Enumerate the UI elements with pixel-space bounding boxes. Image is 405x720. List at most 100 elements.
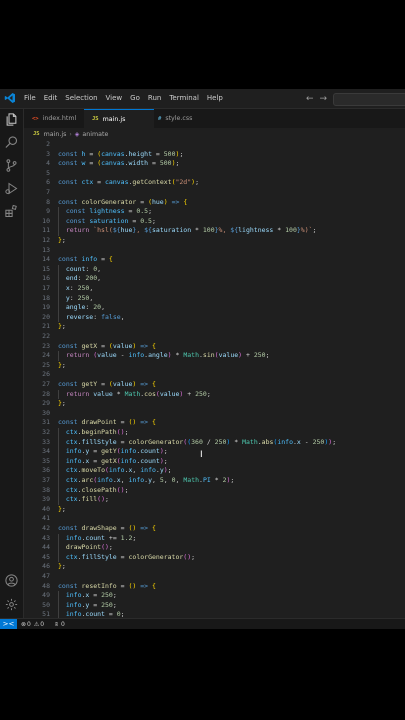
run-debug-icon[interactable] xyxy=(4,181,19,196)
line-number: 40 xyxy=(42,504,50,513)
text-cursor-icon: I xyxy=(200,450,203,460)
problems-indicator[interactable]: ⊗ 0 ⚠ 0 xyxy=(21,619,44,629)
line-number: 17 xyxy=(42,284,50,292)
breadcrumb-file[interactable]: JS main.js xyxy=(33,131,66,138)
tab-label: style.css xyxy=(165,115,193,122)
line-number: 44 xyxy=(42,543,50,552)
error-count: 0 xyxy=(27,621,31,628)
menu-edit[interactable]: Edit xyxy=(40,89,62,108)
breadcrumb-file-label: main.js xyxy=(43,130,67,138)
line-number: 27 xyxy=(42,380,50,388)
line-number: 7 xyxy=(46,188,50,196)
line-number: 16 xyxy=(42,274,50,283)
source-control-icon[interactable] xyxy=(4,158,19,173)
line-number: 22 xyxy=(42,332,50,340)
search-icon[interactable] xyxy=(4,135,19,150)
line-number: 3 xyxy=(46,149,50,158)
back-arrow-icon[interactable]: ← xyxy=(303,94,317,104)
line-number: 33 xyxy=(42,437,50,446)
remote-indicator[interactable]: >< xyxy=(0,619,17,629)
line-number: 9 xyxy=(46,207,50,216)
code-editor[interactable]: 2 3 const h = (canvas.height = 500); 4 con… xyxy=(24,140,405,618)
tab-style-css[interactable]: # style.css xyxy=(148,109,228,128)
activity-bar xyxy=(0,109,24,618)
menu-view[interactable]: View xyxy=(102,89,127,108)
line-number: 6 xyxy=(46,178,50,187)
indent-guide xyxy=(58,351,59,361)
js-file-icon: JS xyxy=(92,116,99,122)
line-number: 18 xyxy=(42,293,50,302)
line-number: 42 xyxy=(42,524,50,532)
vscode-window: File Edit Selection View Go Run Terminal… xyxy=(0,89,405,629)
menu-terminal[interactable]: Terminal xyxy=(165,89,203,108)
line-number: 13 xyxy=(42,245,50,254)
editor-tabs: <> index.html JS main.js # style.css xyxy=(24,109,405,129)
explorer-files-icon[interactable] xyxy=(4,112,19,127)
tab-index-html[interactable]: <> index.html xyxy=(24,109,92,128)
command-center-search[interactable] xyxy=(333,93,405,106)
ports-count: 0 xyxy=(61,621,65,628)
menu-bar: File Edit Selection View Go Run Terminal… xyxy=(20,89,227,108)
line-number: 47 xyxy=(42,572,50,580)
vscode-logo-icon xyxy=(4,93,15,103)
line-number: 31 xyxy=(42,418,50,427)
line-number: 41 xyxy=(42,514,50,523)
menu-file[interactable]: File xyxy=(20,89,40,108)
line-number: 11 xyxy=(42,226,50,235)
line-number: 15 xyxy=(42,264,50,273)
menu-selection[interactable]: Selection xyxy=(61,89,101,108)
ports-indicator[interactable]: ʬ 0 xyxy=(55,619,65,629)
css-file-icon: # xyxy=(158,115,162,122)
indent-guide xyxy=(58,428,59,505)
settings-gear-icon[interactable] xyxy=(4,597,19,612)
warning-count: 0 xyxy=(40,621,45,628)
account-icon[interactable] xyxy=(4,573,19,588)
chevron-right-icon: › xyxy=(69,130,72,138)
line-number: 20 xyxy=(42,312,50,321)
error-icon: ⊗ xyxy=(21,621,27,628)
breadcrumb-symbol[interactable]: ◈ animate xyxy=(75,131,109,138)
line-number: 49 xyxy=(42,591,50,600)
line-number: 32 xyxy=(42,428,50,436)
menu-help[interactable]: Help xyxy=(203,89,227,108)
breadcrumb-symbol-label: animate xyxy=(82,130,109,138)
indent-guide xyxy=(58,264,59,323)
warning-icon: ⚠ xyxy=(33,621,40,628)
line-number: 14 xyxy=(42,255,50,264)
line-number: 45 xyxy=(42,552,50,561)
line-number: 23 xyxy=(42,341,50,350)
line-number: 37 xyxy=(42,476,50,484)
line-number: 24 xyxy=(42,351,50,360)
line-number: 25 xyxy=(42,360,50,369)
line-number: 10 xyxy=(42,216,50,225)
line-number: 51 xyxy=(42,610,50,618)
tab-label: index.html xyxy=(42,115,77,122)
line-number: 46 xyxy=(42,562,50,571)
line-number: 30 xyxy=(42,408,50,417)
line-number: 19 xyxy=(42,303,50,312)
extensions-icon[interactable] xyxy=(4,204,19,219)
line-number: 2 xyxy=(46,140,50,148)
indent-guide xyxy=(58,591,59,618)
symbol-function-icon: ◈ xyxy=(74,130,80,138)
tab-label: main.js xyxy=(102,115,126,123)
menu-go[interactable]: Go xyxy=(126,89,144,108)
tab-main-js[interactable]: JS main.js xyxy=(84,109,154,128)
line-number: 21 xyxy=(42,322,50,331)
title-bar: File Edit Selection View Go Run Terminal… xyxy=(0,89,405,109)
line-number: 38 xyxy=(42,485,50,494)
menu-run[interactable]: Run xyxy=(144,89,165,108)
line-number: 8 xyxy=(46,197,50,206)
indent-guide xyxy=(58,389,59,400)
line-number: 26 xyxy=(42,370,50,379)
line-number: 5 xyxy=(46,168,50,177)
line-number: 39 xyxy=(42,495,50,504)
breadcrumb: JS main.js › ◈ animate xyxy=(24,128,405,140)
forward-arrow-icon[interactable]: → xyxy=(317,94,331,104)
js-file-icon: JS xyxy=(33,131,40,137)
line-number: 4 xyxy=(46,159,50,168)
navigation-arrows: ← → xyxy=(303,89,330,108)
indent-guide xyxy=(58,207,59,236)
indent-guide xyxy=(58,533,59,563)
line-number: 12 xyxy=(42,236,50,244)
